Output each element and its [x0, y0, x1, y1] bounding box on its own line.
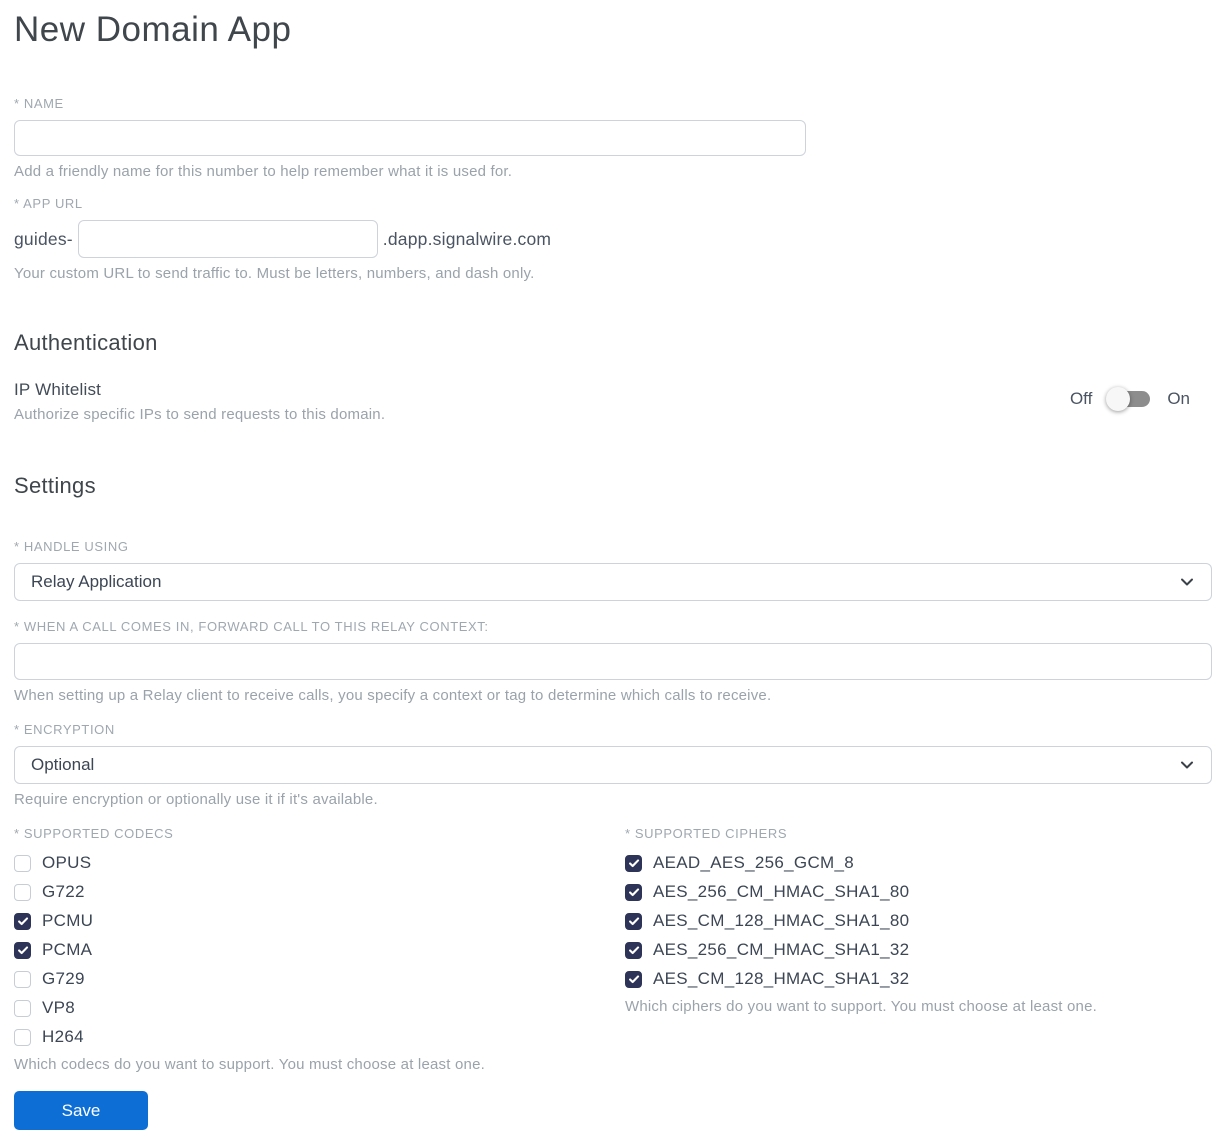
cipher-option[interactable]: AES_256_CM_HMAC_SHA1_80 — [625, 882, 1212, 902]
cipher-option-label: AEAD_AES_256_GCM_8 — [653, 853, 855, 872]
checkbox-checked-icon[interactable] — [625, 854, 642, 872]
chevron-down-icon — [1179, 757, 1195, 773]
codecs-helper: Which codecs do you want to support. You… — [14, 1056, 485, 1073]
codec-checkbox-list: OPUS G722 PCMU PCMA G729 VP8 H264 — [14, 853, 625, 1047]
cipher-option[interactable]: AES_CM_128_HMAC_SHA1_32 — [625, 969, 1212, 989]
checkbox-checked-icon[interactable] — [625, 941, 642, 959]
toggle-on-label: On — [1167, 389, 1190, 408]
codec-option-label: OPUS — [42, 853, 92, 872]
app-url-label: * APP URL — [14, 196, 83, 211]
cipher-option[interactable]: AEAD_AES_256_GCM_8 — [625, 853, 1212, 873]
supported-ciphers-group: * SUPPORTED CIPHERS AEAD_AES_256_GCM_8 AE… — [625, 826, 1212, 1073]
checkbox-checked-icon[interactable] — [14, 941, 31, 959]
encryption-helper: Require encryption or optionally use it … — [14, 791, 378, 808]
encryption-field-group: * ENCRYPTION Optional Require encryption… — [14, 722, 1212, 808]
ip-whitelist-row: IP Whitelist Authorize specific IPs to s… — [14, 380, 1212, 423]
checkbox-unchecked-icon[interactable] — [14, 1028, 31, 1046]
app-url-input[interactable] — [77, 220, 378, 258]
save-button[interactable]: Save — [14, 1091, 148, 1130]
handle-using-label: * HANDLE USING — [14, 539, 129, 554]
toggle-off-label: Off — [1069, 389, 1093, 408]
cipher-option-label: AES_CM_128_HMAC_SHA1_80 — [653, 911, 910, 930]
codec-option-label: G722 — [42, 882, 85, 901]
handle-using-value: Relay Application — [31, 572, 162, 591]
codec-option[interactable]: PCMA — [14, 940, 625, 960]
name-input[interactable] — [14, 120, 806, 156]
supported-codecs-label: * SUPPORTED CODECS — [14, 826, 174, 841]
relay-context-label: * WHEN A CALL COMES IN, FORWARD CALL TO … — [14, 619, 489, 634]
ciphers-helper: Which ciphers do you want to support. Yo… — [625, 998, 1098, 1015]
relay-context-input[interactable] — [14, 643, 1212, 680]
encryption-label: * ENCRYPTION — [14, 722, 115, 737]
codec-option[interactable]: H264 — [14, 1027, 625, 1047]
authentication-heading: Authentication — [14, 330, 158, 355]
name-field-group: * NAME Add a friendly name for this numb… — [14, 96, 1212, 180]
toggle-knob-icon — [1106, 387, 1131, 411]
encryption-value: Optional — [31, 755, 95, 774]
checkbox-unchecked-icon[interactable] — [14, 970, 31, 988]
codec-option[interactable]: G722 — [14, 882, 625, 902]
codec-option-label: PCMA — [42, 940, 93, 959]
supported-ciphers-label: * SUPPORTED CIPHERS — [625, 826, 788, 841]
settings-heading: Settings — [14, 473, 96, 498]
app-url-field-group: * APP URL guides- .dapp.signalwire.com Y… — [14, 196, 1212, 282]
app-url-row: guides- .dapp.signalwire.com — [14, 220, 1212, 258]
checkbox-checked-icon[interactable] — [625, 883, 642, 901]
relay-context-field-group: * WHEN A CALL COMES IN, FORWARD CALL TO … — [14, 619, 1212, 704]
handle-using-field-group: * HANDLE USING Relay Application — [14, 539, 1212, 601]
app-url-suffix: .dapp.signalwire.com — [382, 228, 552, 249]
codec-option-label: VP8 — [42, 998, 76, 1017]
cipher-checkbox-list: AEAD_AES_256_GCM_8 AES_256_CM_HMAC_SHA1_8… — [625, 853, 1212, 989]
codec-option[interactable]: PCMU — [14, 911, 625, 931]
ip-whitelist-toggle-group: Off On — [1069, 387, 1190, 411]
ip-whitelist-toggle[interactable] — [1106, 387, 1151, 411]
cipher-option-label: AES_256_CM_HMAC_SHA1_80 — [653, 882, 910, 901]
codec-option-label: H264 — [42, 1027, 84, 1046]
codec-option-label: G729 — [42, 969, 85, 988]
codec-option[interactable]: OPUS — [14, 853, 625, 873]
codec-option[interactable]: G729 — [14, 969, 625, 989]
checkbox-unchecked-icon[interactable] — [14, 854, 31, 872]
new-domain-app-form: New Domain App * NAME Add a friendly nam… — [0, 0, 1230, 1130]
encryption-select[interactable]: Optional — [14, 746, 1212, 784]
supported-codecs-group: * SUPPORTED CODECS OPUS G722 PCMU PCMA G729 V… — [14, 826, 625, 1073]
ip-whitelist-helper: Authorize specific IPs to send requests … — [14, 406, 386, 423]
codec-option[interactable]: VP8 — [14, 998, 625, 1018]
cipher-option-label: AES_CM_128_HMAC_SHA1_32 — [653, 969, 910, 988]
ip-whitelist-label: IP Whitelist — [14, 380, 102, 399]
handle-using-select[interactable]: Relay Application — [14, 563, 1212, 601]
checkbox-unchecked-icon[interactable] — [14, 883, 31, 901]
checkbox-unchecked-icon[interactable] — [14, 999, 31, 1017]
cipher-option[interactable]: AES_CM_128_HMAC_SHA1_80 — [625, 911, 1212, 931]
ip-whitelist-text: IP Whitelist Authorize specific IPs to s… — [14, 380, 385, 423]
codec-option-label: PCMU — [42, 911, 94, 930]
relay-context-helper: When setting up a Relay client to receiv… — [14, 687, 772, 704]
cipher-option-label: AES_256_CM_HMAC_SHA1_32 — [653, 940, 910, 959]
checkbox-checked-icon[interactable] — [625, 970, 642, 988]
chevron-down-icon — [1179, 574, 1195, 590]
checkbox-checked-icon[interactable] — [14, 912, 31, 930]
page-title: New Domain App — [14, 10, 292, 49]
cipher-option[interactable]: AES_256_CM_HMAC_SHA1_32 — [625, 940, 1212, 960]
name-label: * NAME — [14, 96, 64, 111]
codec-cipher-columns: * SUPPORTED CODECS OPUS G722 PCMU PCMA G729 V… — [14, 826, 1212, 1073]
app-url-prefix: guides- — [14, 228, 73, 249]
name-helper: Add a friendly name for this number to h… — [14, 163, 513, 180]
checkbox-checked-icon[interactable] — [625, 912, 642, 930]
app-url-helper: Your custom URL to send traffic to. Must… — [14, 265, 535, 282]
